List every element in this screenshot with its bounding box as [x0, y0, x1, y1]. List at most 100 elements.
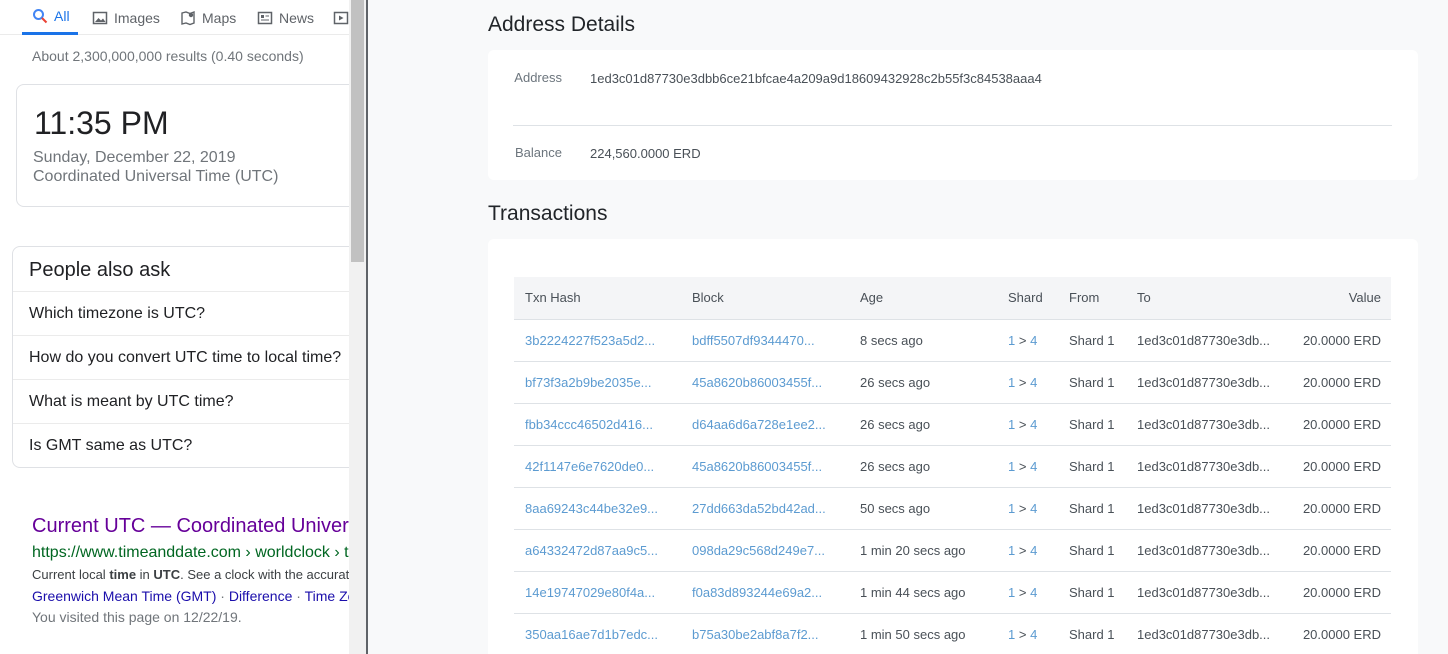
- from-cell: Shard 1: [1058, 487, 1126, 530]
- sitelink[interactable]: Greenwich Mean Time (GMT): [32, 588, 216, 604]
- table-row: 350aa16ae7d1b7edc... b75a30be2abf8a7f2...…: [514, 613, 1391, 654]
- to-cell: 1ed3c01d87730e3db...: [1126, 319, 1276, 362]
- to-cell: 1ed3c01d87730e3db...: [1126, 487, 1276, 530]
- snippet-text: Current local: [32, 567, 110, 582]
- value-cell: 20.0000 ERD: [1276, 445, 1391, 488]
- block-link[interactable]: 45a8620b86003455f...: [692, 375, 822, 390]
- block-link[interactable]: 098da29c568d249e7...: [692, 543, 825, 558]
- address-value: 1ed3c01d87730e3dbb6ce21bfcae4a209a9d1860…: [590, 71, 1042, 86]
- from-cell: Shard 1: [1058, 445, 1126, 488]
- result-url: https://www.timeanddate.com › worldclock…: [32, 544, 349, 561]
- shard-arrow: >: [1018, 332, 1027, 348]
- scrollbar-thumb[interactable]: [351, 0, 364, 262]
- to-cell: 1ed3c01d87730e3db...: [1126, 445, 1276, 488]
- txn-hash-link[interactable]: a64332472d87aa9c5...: [525, 543, 658, 558]
- paa-question[interactable]: Which timezone is UTC?: [13, 292, 349, 336]
- shard-cell: 1 > 4: [997, 613, 1058, 654]
- shard-cell: 1 > 4: [997, 319, 1058, 362]
- shard-from-link[interactable]: 1: [1008, 459, 1015, 474]
- tab-news-label: News: [279, 9, 315, 26]
- shard-to-link[interactable]: 4: [1030, 459, 1037, 474]
- shard-from-link[interactable]: 1: [1008, 543, 1015, 558]
- tab-all[interactable]: All: [22, 0, 78, 35]
- video-icon: [333, 11, 349, 24]
- sitelink[interactable]: Time Zone: [305, 588, 349, 604]
- sitelink[interactable]: Difference: [229, 588, 293, 604]
- value-cell: 20.0000 ERD: [1276, 571, 1391, 614]
- txn-hash-link[interactable]: 14e19747029e80f4a...: [525, 585, 655, 600]
- age-cell: 26 secs ago: [849, 361, 997, 404]
- value-cell: 20.0000 ERD: [1276, 403, 1391, 446]
- tab-images[interactable]: Images: [92, 0, 160, 35]
- shard-to-link[interactable]: 4: [1030, 417, 1037, 432]
- shard-to-link[interactable]: 4: [1030, 333, 1037, 348]
- shard-from-link[interactable]: 1: [1008, 585, 1015, 600]
- tab-maps[interactable]: Maps: [180, 0, 236, 35]
- scrollbar[interactable]: [349, 0, 366, 654]
- block-link[interactable]: f0a83d893244e69a2...: [692, 585, 822, 600]
- shard-from-link[interactable]: 1: [1008, 627, 1015, 642]
- paa-question[interactable]: What is meant by UTC time?: [13, 380, 349, 424]
- block-cell: 45a8620b86003455f...: [681, 445, 849, 488]
- block-link[interactable]: 27dd663da52bd42ad...: [692, 501, 826, 516]
- block-link[interactable]: bdff5507df9344470...: [692, 333, 815, 348]
- shard-to-link[interactable]: 4: [1030, 501, 1037, 516]
- age-cell: 1 min 44 secs ago: [849, 571, 997, 614]
- result-sitelinks: Greenwich Mean Time (GMT) · Difference ·…: [32, 588, 349, 604]
- paa-question[interactable]: How do you convert UTC time to local tim…: [13, 336, 349, 380]
- value-cell: 20.0000 ERD: [1276, 319, 1391, 362]
- age-cell: 26 secs ago: [849, 445, 997, 488]
- shard-cell: 1 > 4: [997, 529, 1058, 572]
- block-cell: d64aa6d6a728e1ee2...: [681, 403, 849, 446]
- current-date: Sunday, December 22, 2019: [33, 149, 236, 166]
- shard-from-link[interactable]: 1: [1008, 333, 1015, 348]
- tab-all-label: All: [54, 8, 70, 24]
- value-cell: 20.0000 ERD: [1276, 487, 1391, 530]
- txn-hash-link[interactable]: 3b2224227f523a5d2...: [525, 333, 655, 348]
- tab-news[interactable]: News: [257, 0, 314, 35]
- transactions-title: Transactions: [488, 202, 608, 225]
- shard-from-link[interactable]: 1: [1008, 375, 1015, 390]
- to-cell: 1ed3c01d87730e3db...: [1126, 613, 1276, 654]
- search-tabs: All Images Maps News: [0, 0, 349, 35]
- paa-question[interactable]: Is GMT same as UTC?: [13, 424, 349, 467]
- txn-hash-link[interactable]: bf73f3a2b9be2035e...: [525, 375, 652, 390]
- table-row: 14e19747029e80f4a... f0a83d893244e69a2...…: [514, 571, 1391, 614]
- shard-arrow: >: [1018, 542, 1027, 558]
- shard-to-link[interactable]: 4: [1030, 543, 1037, 558]
- block-link[interactable]: b75a30be2abf8a7f2...: [692, 627, 819, 642]
- transactions-table: Txn Hash Block Age Shard From To Value 3…: [514, 277, 1391, 654]
- shard-from-link[interactable]: 1: [1008, 417, 1015, 432]
- col-age: Age: [849, 277, 997, 320]
- value-cell: 20.0000 ERD: [1276, 529, 1391, 572]
- block-link[interactable]: 45a8620b86003455f...: [692, 459, 822, 474]
- age-cell: 50 secs ago: [849, 487, 997, 530]
- txn-hash-cell: 8aa69243c44be32e9...: [514, 487, 681, 530]
- txn-hash-link[interactable]: 350aa16ae7d1b7edc...: [525, 627, 658, 642]
- from-cell: Shard 1: [1058, 319, 1126, 362]
- balance-value: 224,560.0000 ERD: [590, 146, 701, 161]
- col-from: From: [1058, 277, 1126, 320]
- people-also-ask: People also ask Which timezone is UTC? H…: [12, 246, 349, 468]
- explorer-pane: Address Details Address 1ed3c01d87730e3d…: [368, 0, 1448, 654]
- txn-hash-link[interactable]: 42f1147e6e7620de0...: [525, 459, 654, 474]
- table-row: 8aa69243c44be32e9... 27dd663da52bd42ad...…: [514, 487, 1391, 530]
- value-cell: 20.0000 ERD: [1276, 613, 1391, 654]
- google-results-pane: All Images Maps News About 2,300,000,000…: [0, 0, 349, 654]
- shard-to-link[interactable]: 4: [1030, 585, 1037, 600]
- txn-hash-link[interactable]: 8aa69243c44be32e9...: [525, 501, 658, 516]
- result-stats: About 2,300,000,000 results (0.40 second…: [32, 48, 304, 64]
- address-details-card: Address 1ed3c01d87730e3dbb6ce21bfcae4a20…: [488, 50, 1418, 180]
- table-row: fbb34ccc46502d416... d64aa6d6a728e1ee2...…: [514, 403, 1391, 446]
- block-link[interactable]: d64aa6d6a728e1ee2...: [692, 417, 826, 432]
- result-title-link[interactable]: Current UTC — Coordinated Universal Time: [32, 515, 349, 538]
- tab-videos[interactable]: [333, 0, 349, 35]
- shard-to-link[interactable]: 4: [1030, 375, 1037, 390]
- block-cell: b75a30be2abf8a7f2...: [681, 613, 849, 654]
- shard-to-link[interactable]: 4: [1030, 627, 1037, 642]
- txn-hash-link[interactable]: fbb34ccc46502d416...: [525, 417, 653, 432]
- table-row: 42f1147e6e7620de0... 45a8620b86003455f...…: [514, 445, 1391, 488]
- shard-from-link[interactable]: 1: [1008, 501, 1015, 516]
- shard-cell: 1 > 4: [997, 571, 1058, 614]
- block-cell: 45a8620b86003455f...: [681, 361, 849, 404]
